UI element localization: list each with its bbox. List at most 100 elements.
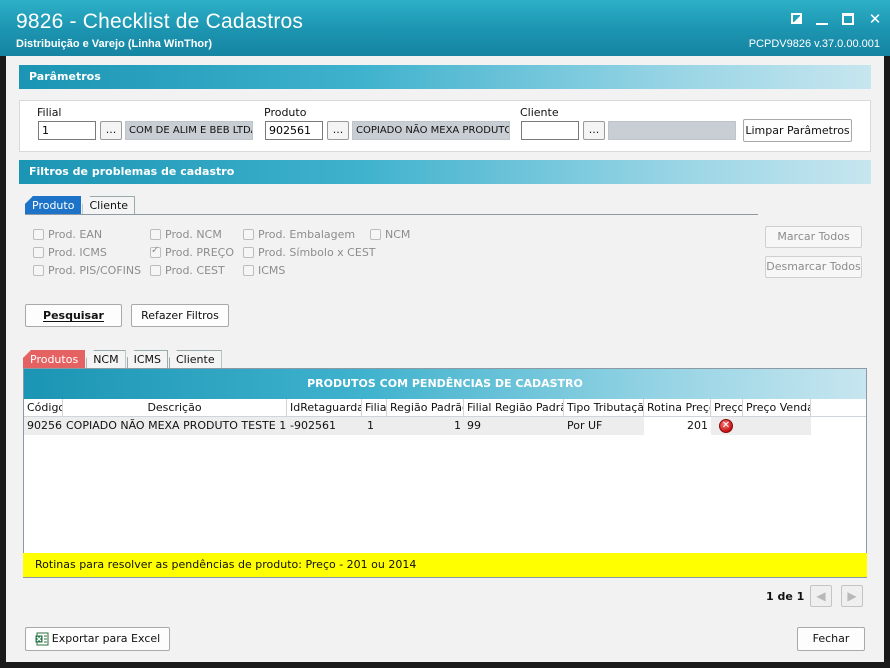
chevron-right-icon[interactable]: ▶ xyxy=(841,585,863,607)
checkbox-box[interactable] xyxy=(243,247,254,258)
check-prod-ean[interactable]: Prod. EAN xyxy=(33,228,102,241)
col-filial[interactable]: Filial xyxy=(362,399,387,417)
col-regiao-padrao[interactable]: Região Padrão xyxy=(387,399,464,417)
check-label: Prod. PREÇO xyxy=(165,246,234,259)
produto-input[interactable] xyxy=(265,121,323,140)
check-label: ICMS xyxy=(258,264,286,277)
window-subtitle: Distribuição e Varejo (Linha WinThor) xyxy=(16,38,213,50)
checkbox-box[interactable] xyxy=(370,229,381,240)
check-label: Prod. Embalagem xyxy=(258,228,356,241)
cell-filial: 1 xyxy=(362,417,387,435)
tab-cliente[interactable]: Cliente xyxy=(82,196,136,214)
fechar-button[interactable]: Fechar xyxy=(797,627,865,651)
marcar-todos-button[interactable]: Marcar Todos xyxy=(765,226,862,248)
limpar-parametros-button[interactable]: Limpar Parâmetros xyxy=(743,119,852,142)
restore-icon[interactable] xyxy=(791,13,802,24)
exportar-excel-button[interactable]: Exportar para Excel xyxy=(25,627,170,651)
check-label: Prod. ICMS xyxy=(48,246,107,259)
cell-filial-regiao: 99 xyxy=(464,417,564,435)
produto-lookup-button[interactable]: ... xyxy=(327,121,349,140)
cell-preco-venda xyxy=(743,417,811,435)
table-row[interactable]: 902561 COPIADO NÃO MEXA PRODUTO TESTE 11… xyxy=(24,417,866,435)
cell-tipo-tributacao: Por UF xyxy=(564,417,644,435)
col-tipo-tributacao[interactable]: Tipo Tributação xyxy=(564,399,644,417)
tab-cliente-results[interactable]: Cliente xyxy=(169,350,222,368)
checkbox-box[interactable] xyxy=(33,247,44,258)
results-grid: PRODUTOS COM PENDÊNCIAS DE CADASTRO Códi… xyxy=(23,368,867,578)
check-prod-pis-cofins[interactable]: Prod. PIS/COFINS xyxy=(33,264,141,277)
check-prod-cest[interactable]: Prod. CEST xyxy=(150,264,225,277)
check-label: Prod. Símbolo x CEST xyxy=(258,246,376,259)
col-codigo[interactable]: Código xyxy=(24,399,63,417)
grid-column-headers: Código Descrição IdRetaguarda Filial Reg… xyxy=(24,399,866,417)
col-rotina-preco[interactable]: Rotina Preço xyxy=(644,399,711,417)
chevron-left-icon[interactable]: ◀ xyxy=(810,585,832,607)
checkbox-box[interactable] xyxy=(33,229,44,240)
cell-preco: ✕ xyxy=(711,417,743,435)
check-prod-simbolo-cest[interactable]: Prod. Símbolo x CEST xyxy=(243,246,376,259)
close-icon[interactable]: ✕ xyxy=(868,12,882,27)
cell-rotina-preco: 201 xyxy=(644,417,711,435)
check-icms[interactable]: ICMS xyxy=(243,264,285,277)
check-prod-ncm[interactable]: Prod. NCM xyxy=(150,228,222,241)
cliente-lookup-button[interactable]: ... xyxy=(583,121,605,140)
filtros-header: Filtros de problemas de cadastro xyxy=(19,160,871,184)
pesquisar-button[interactable]: Pesquisar xyxy=(25,304,122,327)
error-x-icon[interactable]: ✕ xyxy=(719,419,733,433)
filial-lookup-button[interactable]: ... xyxy=(100,121,122,140)
tab-produto[interactable]: Produto xyxy=(25,196,82,214)
tab-produtos[interactable]: Produtos xyxy=(23,350,86,368)
checkbox-box[interactable] xyxy=(33,265,44,276)
filtros-tabs: Produto Cliente xyxy=(25,196,136,214)
filial-input[interactable] xyxy=(38,121,96,140)
check-label: Prod. CEST xyxy=(165,264,225,277)
col-preco[interactable]: Preço xyxy=(711,399,743,417)
check-label: Prod. PIS/COFINS xyxy=(48,264,142,277)
checkbox-box[interactable] xyxy=(150,265,161,276)
check-prod-embalagem[interactable]: Prod. Embalagem xyxy=(243,228,355,241)
cell-regiao: 1 xyxy=(387,417,464,435)
parametros-panel: Filial ... COM DE ALIM E BEB LTDA Produt… xyxy=(19,100,871,152)
desmarcar-todos-button[interactable]: Desmarcar Todos xyxy=(765,256,862,278)
checkbox-box[interactable] xyxy=(243,265,254,276)
pendencias-note: Rotinas para resolver as pendências de p… xyxy=(23,553,867,577)
filial-label: Filial xyxy=(37,106,62,119)
check-prod-icms[interactable]: Prod. ICMS xyxy=(33,246,107,259)
cliente-input[interactable] xyxy=(521,121,579,140)
grid-title: PRODUTOS COM PENDÊNCIAS DE CADASTRO xyxy=(24,369,866,399)
col-idretaguarda[interactable]: IdRetaguarda xyxy=(287,399,362,417)
cliente-description xyxy=(608,121,736,140)
cell-descricao: COPIADO NÃO MEXA PRODUTO TESTE 11001 xyxy=(63,417,287,435)
maximize-icon[interactable] xyxy=(842,13,854,25)
checkbox-box[interactable] xyxy=(150,245,161,258)
minimize-icon[interactable] xyxy=(816,12,828,26)
tab-icms[interactable]: ICMS xyxy=(126,350,168,368)
tab-ncm[interactable]: NCM xyxy=(86,350,126,368)
check-label: Prod. NCM xyxy=(165,228,222,241)
cell-codigo: 902561 xyxy=(24,417,63,435)
client-area: Parâmetros Filial ... COM DE ALIM E BEB … xyxy=(6,56,884,662)
cell-idretaguarda: -902561 xyxy=(287,417,362,435)
col-preco-venda[interactable]: Preço Venda xyxy=(743,399,811,417)
produto-label: Produto xyxy=(264,106,307,119)
filial-description: COM DE ALIM E BEB LTDA xyxy=(125,121,253,140)
title-bar: 9826 - Checklist de Cadastros Distribuiç… xyxy=(0,0,890,56)
check-label: Prod. EAN xyxy=(48,228,103,241)
parametros-header: Parâmetros xyxy=(19,65,871,89)
refazer-filtros-button[interactable]: Refazer Filtros xyxy=(131,304,229,327)
page-indicator: 1 de 1 xyxy=(766,590,805,603)
checkbox-box[interactable] xyxy=(243,229,254,240)
checkbox-box[interactable] xyxy=(150,229,161,240)
check-ncm[interactable]: NCM xyxy=(370,228,410,241)
cliente-label: Cliente xyxy=(520,106,559,119)
check-prod-preco[interactable]: Prod. PREÇO xyxy=(150,245,234,259)
check-label: NCM xyxy=(385,228,411,241)
tabs-divider xyxy=(25,214,758,215)
results-tabs: Produtos NCM ICMS Cliente xyxy=(23,350,223,368)
col-descricao[interactable]: Descrição xyxy=(63,399,287,417)
version-label: PCPDV9826 v.37.0.00.001 xyxy=(748,38,880,50)
excel-icon xyxy=(35,632,49,646)
produto-description: COPIADO NÃO MEXA PRODUTO xyxy=(352,121,510,140)
col-filial-regiao-padrao[interactable]: Filial Região Padrão xyxy=(464,399,564,417)
window-controls: ✕ xyxy=(791,12,882,27)
